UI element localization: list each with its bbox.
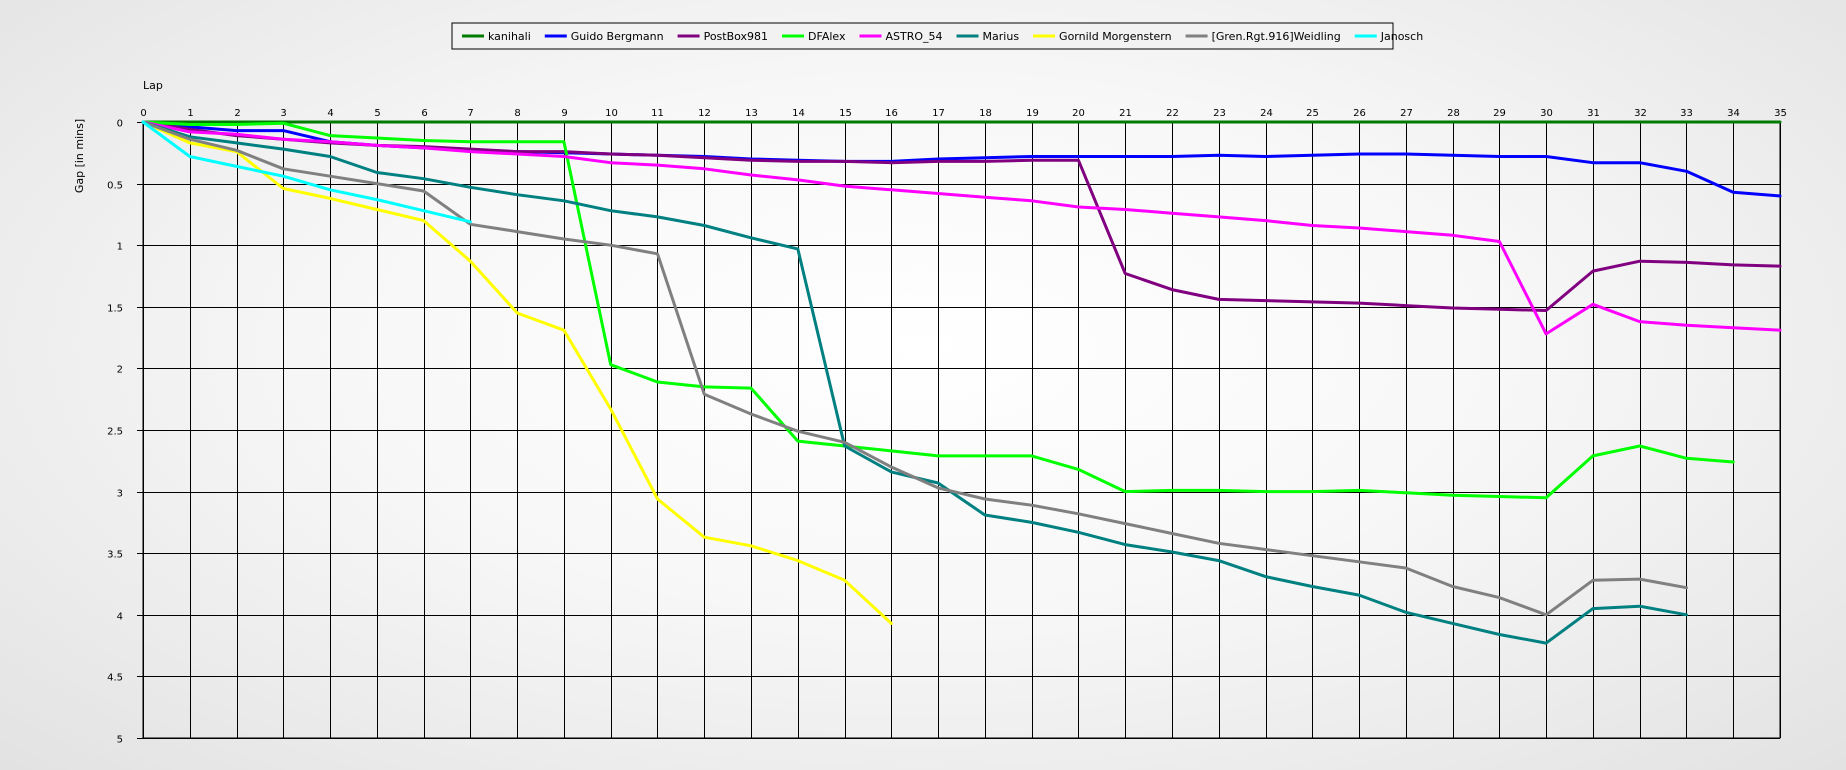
x-tick-label: 4: [327, 108, 333, 119]
x-tick-label: 22: [1166, 108, 1179, 119]
y-tick-label: 3: [117, 489, 123, 500]
y-tick-label: 0.5: [107, 181, 123, 192]
legend-label: ASTRO_54: [886, 30, 943, 43]
x-tick-label: 25: [1306, 108, 1319, 119]
x-tick-label: 13: [745, 108, 758, 119]
x-tick-label: 20: [1072, 108, 1085, 119]
legend-label: Marius: [983, 30, 1020, 43]
x-tick-label: 30: [1540, 108, 1553, 119]
x-tick-label: 15: [839, 108, 852, 119]
y-axis-ticks: 0 0.5 1 1.5 2 2.5 3 3.5 4 4.5 5: [107, 119, 123, 746]
y-tick-label: 0: [117, 119, 123, 130]
x-tick-label: 9: [561, 108, 567, 119]
y-tick-label: 5: [117, 735, 123, 746]
x-axis-ticks: 0 1 2 3 4 5 6 7 8 9 10 11 12 13 14 15 16 17 18 19 20 21 22 23 24…: [140, 108, 1787, 119]
x-tick-label: 33: [1680, 108, 1693, 119]
y-tick-label: 4.5: [107, 673, 123, 684]
series-line-postbox981: [141, 120, 1782, 312]
x-tick-label: 24: [1260, 108, 1273, 119]
legend-label: Gornild Morgenstern: [1059, 30, 1172, 43]
x-tick-label: 29: [1493, 108, 1506, 119]
y-tick-label: 3.5: [107, 550, 123, 561]
gap-chart: kanihali Guido Bergmann PostBox981 DFAlex AS…: [73, 22, 1787, 746]
x-tick-label: 32: [1634, 108, 1647, 119]
legend: kanihali Guido Bergmann PostBox981 DFAlex AS…: [451, 22, 1423, 50]
y-tick-label: 1.5: [107, 304, 123, 315]
x-tick-label: 7: [467, 108, 473, 119]
x-tick-label: 28: [1447, 108, 1460, 119]
y-axis-label: Gap [in mins]: [73, 119, 86, 193]
y-tick-label: 2.5: [107, 427, 123, 438]
x-tick-label: 31: [1587, 108, 1600, 119]
x-tick-label: 0: [140, 108, 146, 119]
x-tick-label: 26: [1353, 108, 1366, 119]
legend-label: [Gren.Rgt.916]Weidling: [1212, 30, 1341, 43]
legend-label: PostBox981: [704, 30, 768, 43]
x-tick-label: 14: [792, 108, 805, 119]
x-tick-label: 21: [1119, 108, 1132, 119]
legend-label: Guido Bergmann: [571, 30, 664, 43]
x-tick-label: 27: [1400, 108, 1413, 119]
x-axis-label: Lap: [143, 79, 163, 92]
series-lines: [141, 120, 1782, 645]
x-tick-label: 2: [234, 108, 240, 119]
legend-label: Janosch: [1380, 30, 1423, 43]
x-tick-label: 23: [1213, 108, 1226, 119]
chart-grid: [137, 121, 1781, 739]
legend-label: kanihali: [488, 30, 531, 43]
x-tick-label: 11: [651, 108, 664, 119]
x-tick-label: 5: [374, 108, 380, 119]
x-tick-label: 17: [932, 108, 945, 119]
y-tick-label: 1: [117, 242, 123, 253]
x-tick-label: 19: [1026, 108, 1039, 119]
y-tick-label: 4: [117, 612, 123, 623]
y-tick-label: 2: [117, 365, 123, 376]
x-tick-label: 10: [605, 108, 618, 119]
x-tick-label: 16: [885, 108, 898, 119]
x-tick-label: 8: [514, 108, 520, 119]
x-tick-label: 18: [979, 108, 992, 119]
series-line-astro-54: [141, 120, 1782, 336]
x-tick-label: 6: [421, 108, 427, 119]
legend-label: DFAlex: [808, 30, 846, 43]
x-tick-label: 1: [187, 108, 193, 119]
x-tick-label: 35: [1774, 108, 1787, 119]
x-tick-label: 3: [280, 108, 286, 119]
x-tick-label: 12: [698, 108, 711, 119]
x-tick-label: 34: [1727, 108, 1740, 119]
